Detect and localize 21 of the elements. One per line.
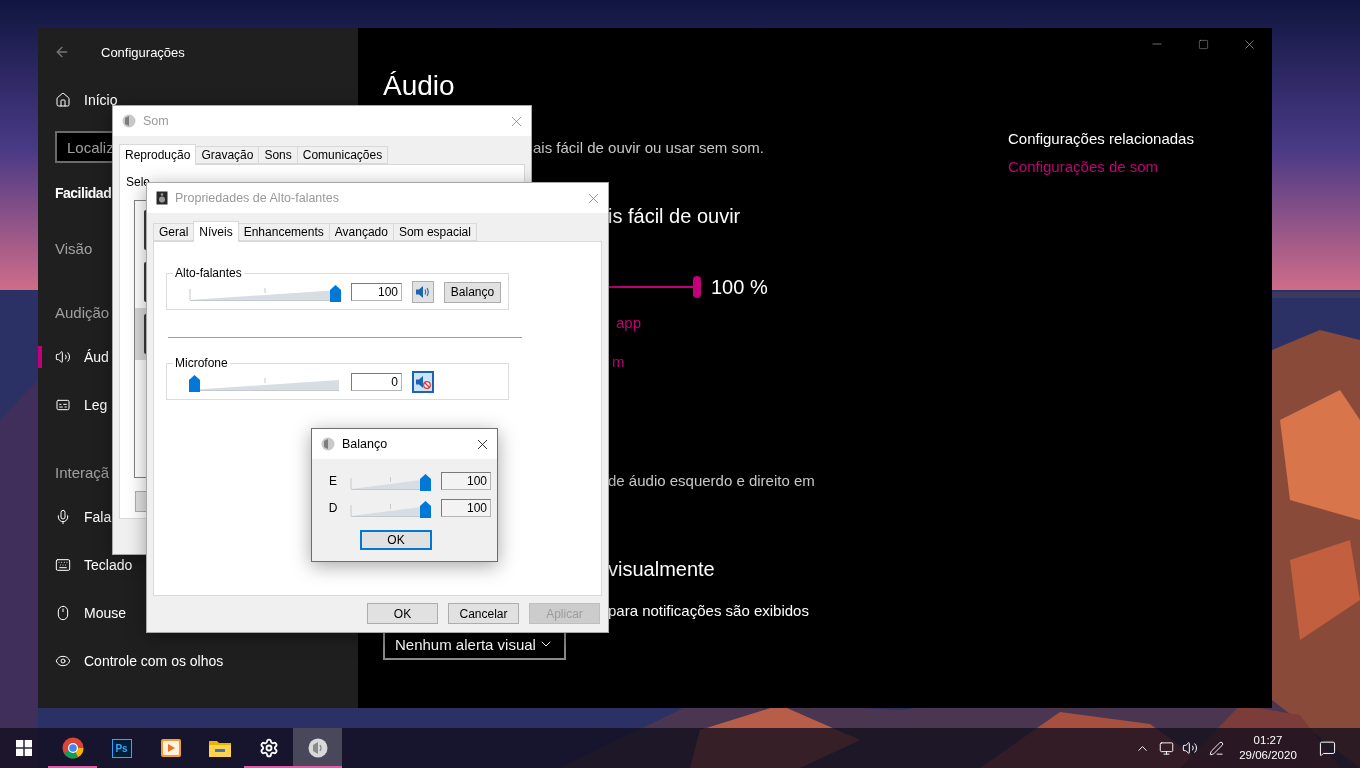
description-text: de áudio esquerdo e direito em <box>608 471 815 491</box>
dialog-title: Balanço <box>342 437 388 451</box>
description-text: ais fácil de ouvir ou usar sem som. <box>533 138 764 158</box>
channel-label: E <box>328 474 338 488</box>
group-label: Alto-falantes <box>174 266 243 280</box>
section-header: Interaçã <box>54 463 110 483</box>
window-title: Configurações <box>101 44 185 60</box>
dialog-title: Som <box>143 114 169 128</box>
section-header: Audição <box>54 303 110 323</box>
section-heading: visualmente <box>608 557 715 582</box>
category-title: Facilidad <box>55 184 112 203</box>
section-heading: is fácil de ouvir <box>608 204 741 229</box>
group-label: Microfone <box>174 356 229 370</box>
dialog-title: Propriedades de Alto-falantes <box>175 191 339 205</box>
related-title: Configurações relacionadas <box>1008 129 1194 149</box>
app-tile: Ps <box>111 738 132 758</box>
volume-reading: 100 % <box>711 275 768 299</box>
section-header: Visão <box>54 239 93 259</box>
page-title: Áudio <box>383 70 455 102</box>
description-text: para notificações são exibidos <box>608 601 809 621</box>
channel-label: D <box>327 501 339 515</box>
